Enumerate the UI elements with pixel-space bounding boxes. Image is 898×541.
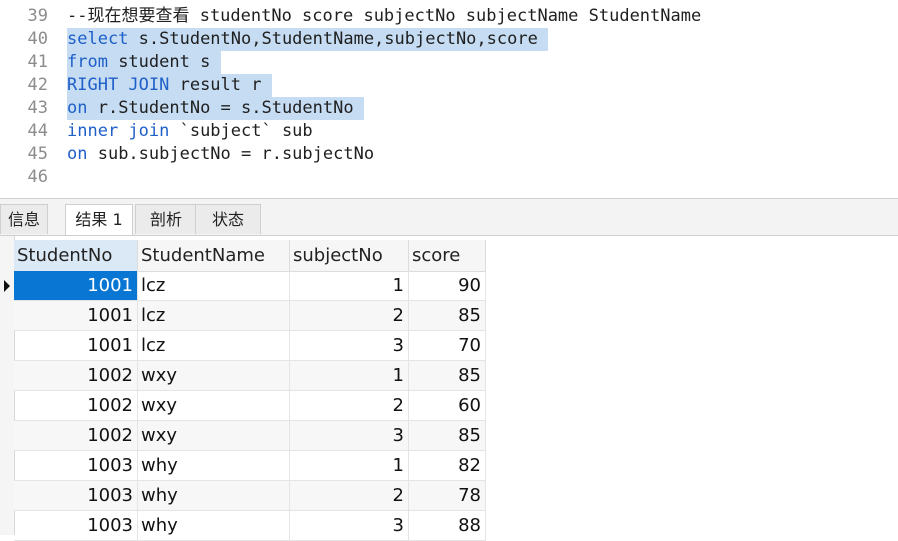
code-line[interactable]: 44 inner join `subject` sub [0, 120, 898, 143]
cell-studentname[interactable]: wxy [138, 361, 290, 391]
cell-studentno[interactable]: 1001 [14, 271, 138, 301]
cell-studentno[interactable]: 1001 [14, 301, 138, 331]
sql-keyword: from [67, 52, 108, 72]
cell-studentno[interactable]: 1003 [14, 451, 138, 481]
code-text: inner join `subject` sub [67, 120, 313, 143]
line-number: 44 [27, 121, 48, 141]
cell-studentname[interactable]: why [138, 511, 290, 541]
cell-studentname[interactable]: why [138, 481, 290, 511]
sql-comment: --现在想要查看 studentNo score subjectNo subje… [67, 6, 702, 26]
cell-score[interactable]: 88 [409, 511, 486, 541]
cell-subjectno[interactable]: 2 [290, 481, 409, 511]
code-text: from student s [67, 51, 221, 74]
cell-score[interactable]: 70 [409, 331, 486, 361]
result-tabbar: 信息 结果 1 剖析 状态 [0, 199, 898, 236]
code-line[interactable]: 46 [0, 166, 898, 189]
cell-score[interactable]: 85 [409, 361, 486, 391]
result-grid[interactable]: StudentNo StudentName subjectNo score 1001 lc… [0, 236, 898, 541]
cell-subjectno[interactable]: 1 [290, 271, 409, 301]
cell-studentname[interactable]: lcz [138, 331, 290, 361]
sql-text: result r [169, 75, 262, 95]
cell-studentname[interactable]: wxy [138, 421, 290, 451]
cell-score[interactable]: 85 [409, 421, 486, 451]
cell-score[interactable]: 90 [409, 271, 486, 301]
column-header-score[interactable]: score [409, 240, 486, 272]
cell-studentno[interactable]: 1001 [14, 331, 138, 361]
line-number: 45 [27, 144, 48, 164]
tab-info[interactable]: 信息 [0, 204, 48, 234]
sql-keyword: on [67, 98, 88, 118]
line-number: 41 [27, 52, 48, 72]
sql-text: sub.subjectNo = r.subjectNo [87, 144, 375, 164]
cell-score[interactable]: 78 [409, 481, 486, 511]
cell-studentname[interactable]: wxy [138, 391, 290, 421]
cell-studentno[interactable]: 1002 [14, 361, 138, 391]
line-number: 46 [27, 167, 48, 187]
sql-keyword: RIGHT JOIN [67, 75, 170, 95]
code-text: --现在想要查看 studentNo score subjectNo subje… [67, 5, 701, 28]
tab-profile[interactable]: 剖析 [135, 204, 197, 234]
sql-keyword: on [67, 144, 88, 164]
tab-result-1[interactable]: 结果 1 [65, 204, 133, 235]
column-header-studentno[interactable]: StudentNo [14, 240, 138, 272]
cell-subjectno[interactable]: 3 [290, 421, 409, 451]
sql-keyword: select [67, 29, 129, 49]
code-text: select s.StudentNo,StudentName,subjectNo… [67, 28, 549, 51]
code-line[interactable]: 39 --现在想要查看 studentNo score subjectNo sub… [0, 5, 898, 28]
cell-studentno[interactable]: 1002 [14, 391, 138, 421]
sql-editor[interactable]: 39 --现在想要查看 studentNo score subjectNo sub… [0, 0, 898, 198]
cell-studentname[interactable]: lcz [138, 271, 290, 301]
cell-studentname[interactable]: why [138, 451, 290, 481]
column-header-studentname[interactable]: StudentName [138, 240, 290, 272]
cell-studentno[interactable]: 1003 [14, 481, 138, 511]
sql-text: s.StudentNo,StudentName,subjectNo,score [128, 29, 538, 49]
code-text: on r.StudentNo = s.StudentNo [67, 97, 364, 120]
code-line[interactable]: 42 RIGHT JOIN result r [0, 74, 898, 97]
cell-score[interactable]: 85 [409, 301, 486, 331]
code-text: RIGHT JOIN result r [67, 74, 272, 97]
current-row-indicator-icon [4, 280, 10, 292]
cell-subjectno[interactable]: 1 [290, 361, 409, 391]
cell-score[interactable]: 82 [409, 451, 486, 481]
cell-subjectno[interactable]: 1 [290, 451, 409, 481]
line-number: 43 [27, 98, 48, 118]
cell-subjectno[interactable]: 3 [290, 331, 409, 361]
cell-subjectno[interactable]: 3 [290, 511, 409, 541]
sql-text: `subject` sub [169, 121, 313, 141]
cell-score[interactable]: 60 [409, 391, 486, 421]
code-line[interactable]: 43 on r.StudentNo = s.StudentNo [0, 97, 898, 120]
cell-subjectno[interactable]: 2 [290, 391, 409, 421]
sql-text: r.StudentNo = s.StudentNo [87, 98, 354, 118]
code-line[interactable]: 45 on sub.subjectNo = r.subjectNo [0, 143, 898, 166]
code-text: on sub.subjectNo = r.subjectNo [67, 143, 374, 166]
sql-keyword: inner join [67, 121, 170, 141]
code-line[interactable]: 41 from student s [0, 51, 898, 74]
line-number: 40 [27, 29, 48, 49]
cell-studentno[interactable]: 1003 [14, 511, 138, 541]
line-number: 42 [27, 75, 48, 95]
column-header-subjectno[interactable]: subjectNo [290, 240, 409, 272]
cell-subjectno[interactable]: 2 [290, 301, 409, 331]
cell-studentno[interactable]: 1002 [14, 421, 138, 451]
line-number: 39 [27, 6, 48, 26]
cell-studentname[interactable]: lcz [138, 301, 290, 331]
tab-status[interactable]: 状态 [195, 204, 261, 234]
sql-text: student s [107, 52, 211, 72]
code-line[interactable]: 40 select s.StudentNo,StudentName,subject… [0, 28, 898, 51]
